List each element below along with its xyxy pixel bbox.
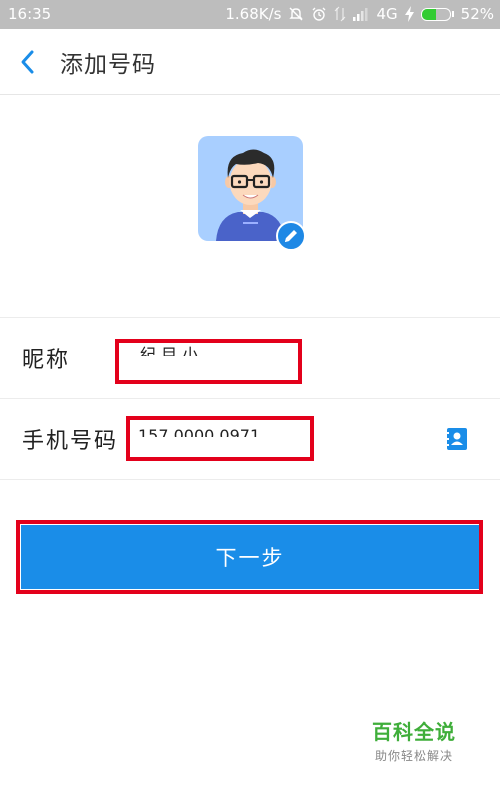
nickname-input[interactable]: 纪 目 小 <box>140 346 198 356</box>
mute-bell-icon <box>289 7 304 21</box>
charging-icon <box>404 6 414 22</box>
status-icons: 1.68K/s 4G 52% <box>225 4 494 24</box>
pencil-icon <box>285 230 297 242</box>
battery-percent: 52% <box>460 5 494 23</box>
watermark-subtitle: 助你轻松解决 <box>374 749 453 763</box>
page: 16:35 1.68K/s 4G 52% 添加号码 昵称 纪 目 小 手机号码 … <box>0 0 500 790</box>
contact-form: 昵称 纪 目 小 手机号码 157 0000 0971 <box>0 317 500 480</box>
next-button[interactable]: 下一步 <box>21 525 479 589</box>
page-title: 添加号码 <box>60 52 156 78</box>
phone-input[interactable]: 157 0000 0971 <box>138 427 260 437</box>
battery-tip <box>451 11 454 17</box>
phone-row[interactable]: 手机号码 157 0000 0971 <box>0 398 500 480</box>
chevron-left-icon <box>21 50 34 74</box>
network-speed: 1.68K/s <box>225 5 282 23</box>
status-time: 16:35 <box>8 5 52 23</box>
watermark-title: 百科全说 <box>372 720 456 744</box>
cell-signal-icon <box>353 8 368 21</box>
avatar-picker[interactable] <box>198 136 306 251</box>
contacts-button[interactable] <box>446 427 468 451</box>
phone-label: 手机号码 <box>22 429 119 454</box>
signal-weak-icon <box>335 6 346 22</box>
battery-icon <box>420 7 451 21</box>
watermark-logo: 百科全说 助你轻松解决 <box>364 716 464 764</box>
nav-bar: 添加号码 <box>0 29 500 95</box>
contacts-book-icon <box>446 428 467 450</box>
edit-avatar-button[interactable] <box>276 221 306 251</box>
status-bar: 16:35 1.68K/s 4G 52% <box>0 0 500 29</box>
network-type: 4G <box>376 5 398 23</box>
phone-highlight-box <box>126 416 314 461</box>
nickname-row[interactable]: 昵称 纪 目 小 <box>0 317 500 398</box>
back-button[interactable] <box>14 49 44 75</box>
nickname-label: 昵称 <box>22 348 71 373</box>
alarm-icon <box>312 7 326 21</box>
battery-fill <box>421 8 437 20</box>
